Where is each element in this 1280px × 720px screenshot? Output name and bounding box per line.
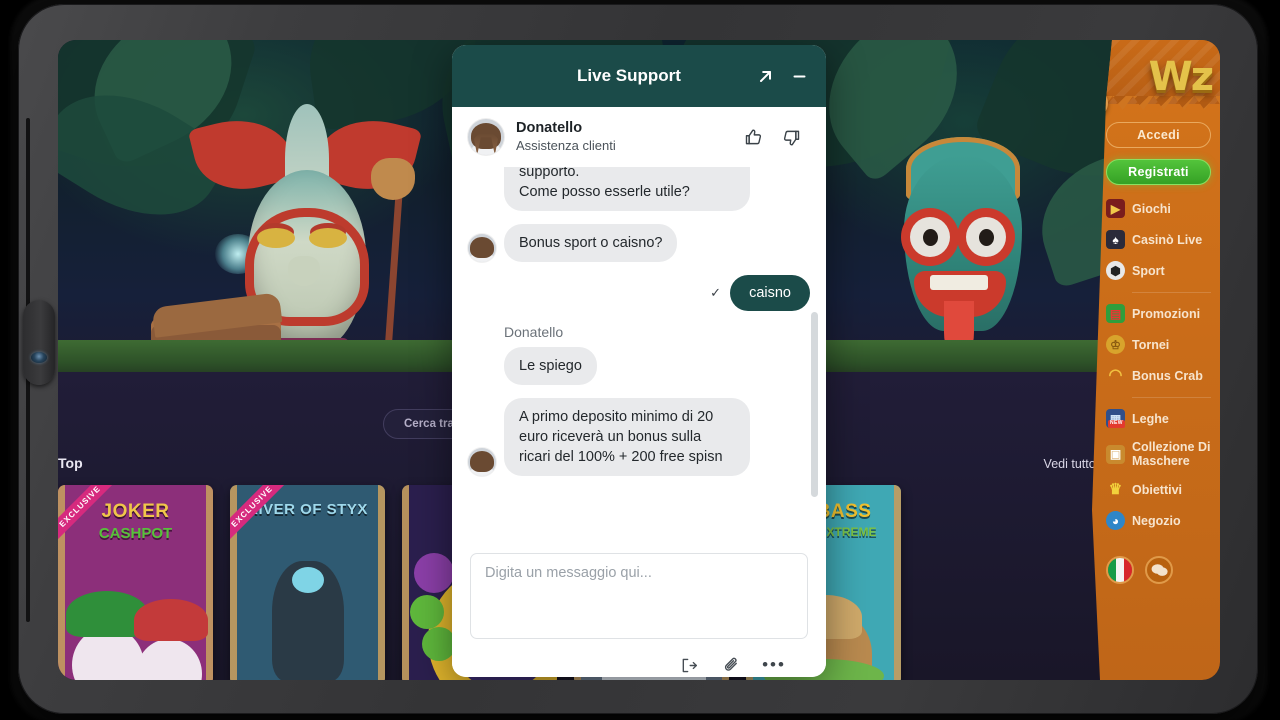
chat-header: Live Support [452,45,826,107]
sidebar-item-label: Collezione Di Maschere [1132,440,1211,468]
attach-file-button[interactable] [719,653,743,677]
mask-card-icon: ▣ [1106,444,1125,464]
avatar-spacer [468,183,496,211]
message-bubble: Bonus sport o caisno? [504,224,678,262]
rail-menu: ▶ Giochi ♠ Casinò Live ⬢ Sport ▤ Promozi… [1106,199,1211,530]
rail-divider [1132,292,1211,293]
login-button[interactable]: Accedi [1106,122,1211,148]
sidebar-item-label: Promozioni [1132,306,1201,321]
expand-chat-button[interactable] [748,59,782,93]
chat-messages[interactable]: Benvenuto nel servizio di supporto. Come… [452,167,826,539]
front-camera-icon [31,352,47,363]
sidebar-item-label: Sport [1132,263,1165,278]
composer-tools: ••• [470,639,808,677]
rail-divider [1132,397,1211,398]
soccer-ball-icon: ⬢ [1106,261,1125,280]
language-flag-italy-icon[interactable] [1106,556,1134,584]
sidebar-item-obiettivi[interactable]: ♛ Obiettivi [1106,480,1211,499]
thumbs-down-icon[interactable] [774,120,808,154]
live-support-window: Live Support Donatello Assistenza client… [452,45,826,677]
sidebar-item-label: Giochi [1132,201,1171,216]
avatar-spacer [468,357,496,385]
chat-composer: Digita un messaggio qui... ••• [452,539,826,677]
crown-icon: ♛ [1108,481,1123,498]
sidebar-item-giochi[interactable]: ▶ Giochi [1106,199,1211,218]
power-button[interactable] [23,300,55,385]
message-input[interactable]: Digita un messaggio qui... [470,553,808,639]
sidebar-item-leghe[interactable]: ▦ NEW Leghe [1106,409,1211,428]
sidebar-item-label: Bonus Crab [1132,368,1203,383]
gift-icon: ▤ [1106,304,1125,323]
agent-name: Donatello [516,120,583,137]
tablet-screen: Cerca tra o Top Vedi tutto 392 EXCLUSIVE… [58,40,1220,680]
section-title-top: Top [58,455,83,471]
thumbs-up-icon[interactable] [736,120,770,154]
more-options-button[interactable]: ••• [762,653,786,677]
trophy-icon: ♔ [1106,335,1125,354]
message-bubble-outgoing: caisno [730,275,810,311]
play-circle-icon: ▶ [1106,199,1125,218]
right-sidebar: Wz › Accedi Registrati ▶ Giochi ♠ Casinò… [1092,40,1220,680]
minimize-chat-button[interactable] [782,59,816,93]
avatar [468,119,504,155]
avatar [468,448,496,476]
sidebar-item-label: Casinò Live [1132,232,1203,247]
cards-icon: ♠ [1106,230,1125,249]
message-bubble: Le spiego [504,347,597,385]
message-row: A primo deposito minimo di 20 euro ricev… [468,398,810,476]
game-tile[interactable]: EXCLUSIVE JOKER CASHPOT [58,485,213,680]
sidebar-item-label: Tornei [1132,337,1170,352]
crab-icon: ◠ [1108,366,1123,384]
sidebar-item-label: Negozio [1132,513,1181,528]
chat-scrollbar[interactable] [811,167,822,539]
message-row: Le spiego [468,347,810,385]
message-row: Bonus sport o caisno? [468,224,810,262]
agent-role: Assistenza clienti [516,137,616,153]
avatar [468,234,496,262]
chat-scrollbar-thumb[interactable] [811,312,818,497]
sidebar-item-label: Obiettivi [1132,482,1183,497]
sidebar-item-label: Leghe [1132,411,1169,426]
register-button[interactable]: Registrati [1106,159,1211,185]
sidebar-item-tornei[interactable]: ♔ Tornei [1106,335,1211,354]
tile-subtitle: CASHPOT [98,525,173,542]
message-row-outgoing: ✓ caisno [468,275,810,311]
game-tile[interactable]: EXCLUSIVE RIVER OF STYX [230,485,385,680]
message-row: Benvenuto nel servizio di supporto. Come… [468,167,810,211]
message-bubble: A primo deposito minimo di 20 euro ricev… [504,398,750,476]
rail-bottom-icons [1106,556,1173,584]
sidebar-item-negozio[interactable]: ◕ Negozio [1106,511,1211,530]
chat-title: Live Support [577,66,681,85]
message-bubble: Benvenuto nel servizio di supporto. Come… [504,167,750,211]
message-status-check: ✓ [710,285,722,300]
agent-info-bar: Donatello Assistenza clienti [452,107,826,167]
new-badge: NEW [1108,420,1125,428]
chat-bubble-icon[interactable] [1145,556,1173,584]
sidebar-item-promozioni[interactable]: ▤ Promozioni [1106,304,1211,323]
sidebar-item-sport[interactable]: ⬢ Sport [1106,261,1211,280]
shop-icon: ◕ [1106,511,1125,530]
sidebar-item-casino-live[interactable]: ♠ Casinò Live [1106,230,1211,249]
sidebar-item-bonus-crab[interactable]: ◠ Bonus Crab [1106,366,1211,385]
sidebar-item-collezione-di-maschere[interactable]: ▣ Collezione Di Maschere [1106,440,1211,468]
transfer-chat-button[interactable] [676,653,700,677]
thread-sender-label: Donatello [504,324,564,340]
screenshot-root: Cerca tra o Top Vedi tutto 392 EXCLUSIVE… [0,0,1280,720]
agent-meta: Donatello Assistenza clienti [516,119,732,154]
